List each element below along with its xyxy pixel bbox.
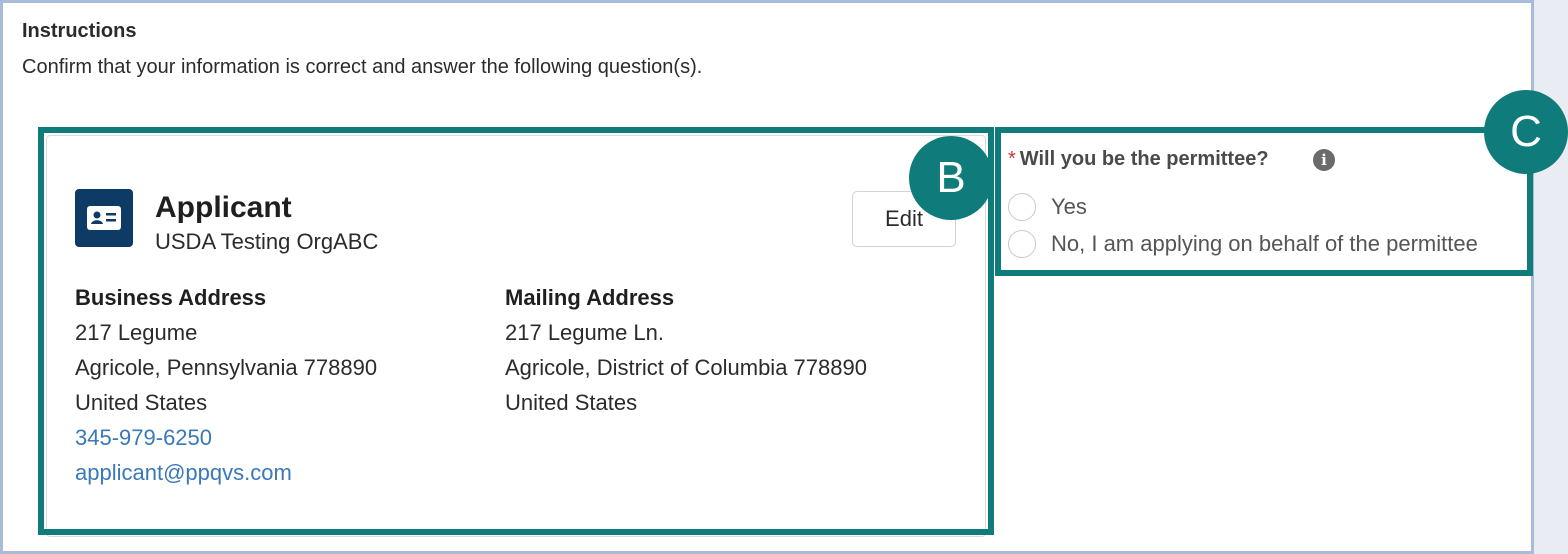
business-address-country: United States	[75, 390, 208, 415]
question-text: Will you be the permittee?	[1019, 148, 1269, 170]
info-icon[interactable]: i	[1313, 149, 1335, 171]
radio-label: No, I am applying on behalf of the permi…	[1051, 231, 1478, 256]
radio-option-yes[interactable]: Yes	[1008, 193, 1087, 221]
phone-link[interactable]: 345-979-6250	[75, 420, 377, 455]
required-marker: *	[1008, 148, 1016, 170]
email-link[interactable]: applicant@ppqvs.com	[75, 455, 377, 490]
contact-card-icon-glyph	[87, 206, 121, 230]
business-address-line1: 217 Legume	[75, 320, 198, 345]
instructions-heading: Instructions	[22, 20, 137, 42]
radio-label: Yes	[1051, 194, 1087, 219]
callout-badge-b: B	[909, 136, 993, 220]
business-address: Business Address 217 Legume Agricole, Pe…	[75, 280, 377, 490]
permittee-question-label: * Will you be the permittee?	[1008, 148, 1269, 171]
side-background	[1534, 0, 1568, 554]
mailing-address: Mailing Address 217 Legume Ln. Agricole,…	[505, 280, 867, 420]
radio-button[interactable]	[1008, 193, 1036, 221]
radio-button[interactable]	[1008, 230, 1036, 258]
callout-badge-c: C	[1484, 90, 1568, 174]
contact-card-icon	[75, 189, 133, 247]
business-address-heading: Business Address	[75, 285, 267, 310]
card-subtitle: USDA Testing OrgABC	[155, 229, 379, 254]
mailing-address-country: United States	[505, 390, 638, 415]
business-address-line2: Agricole, Pennsylvania 778890	[75, 355, 378, 380]
mailing-address-heading: Mailing Address	[505, 285, 675, 310]
instructions-text: Confirm that your information is correct…	[22, 56, 703, 78]
radio-option-no[interactable]: No, I am applying on behalf of the permi…	[1008, 230, 1478, 258]
mailing-address-line2: Agricole, District of Columbia 778890	[505, 355, 867, 380]
mailing-address-line1: 217 Legume Ln.	[505, 320, 665, 345]
card-title: Applicant	[155, 191, 292, 224]
